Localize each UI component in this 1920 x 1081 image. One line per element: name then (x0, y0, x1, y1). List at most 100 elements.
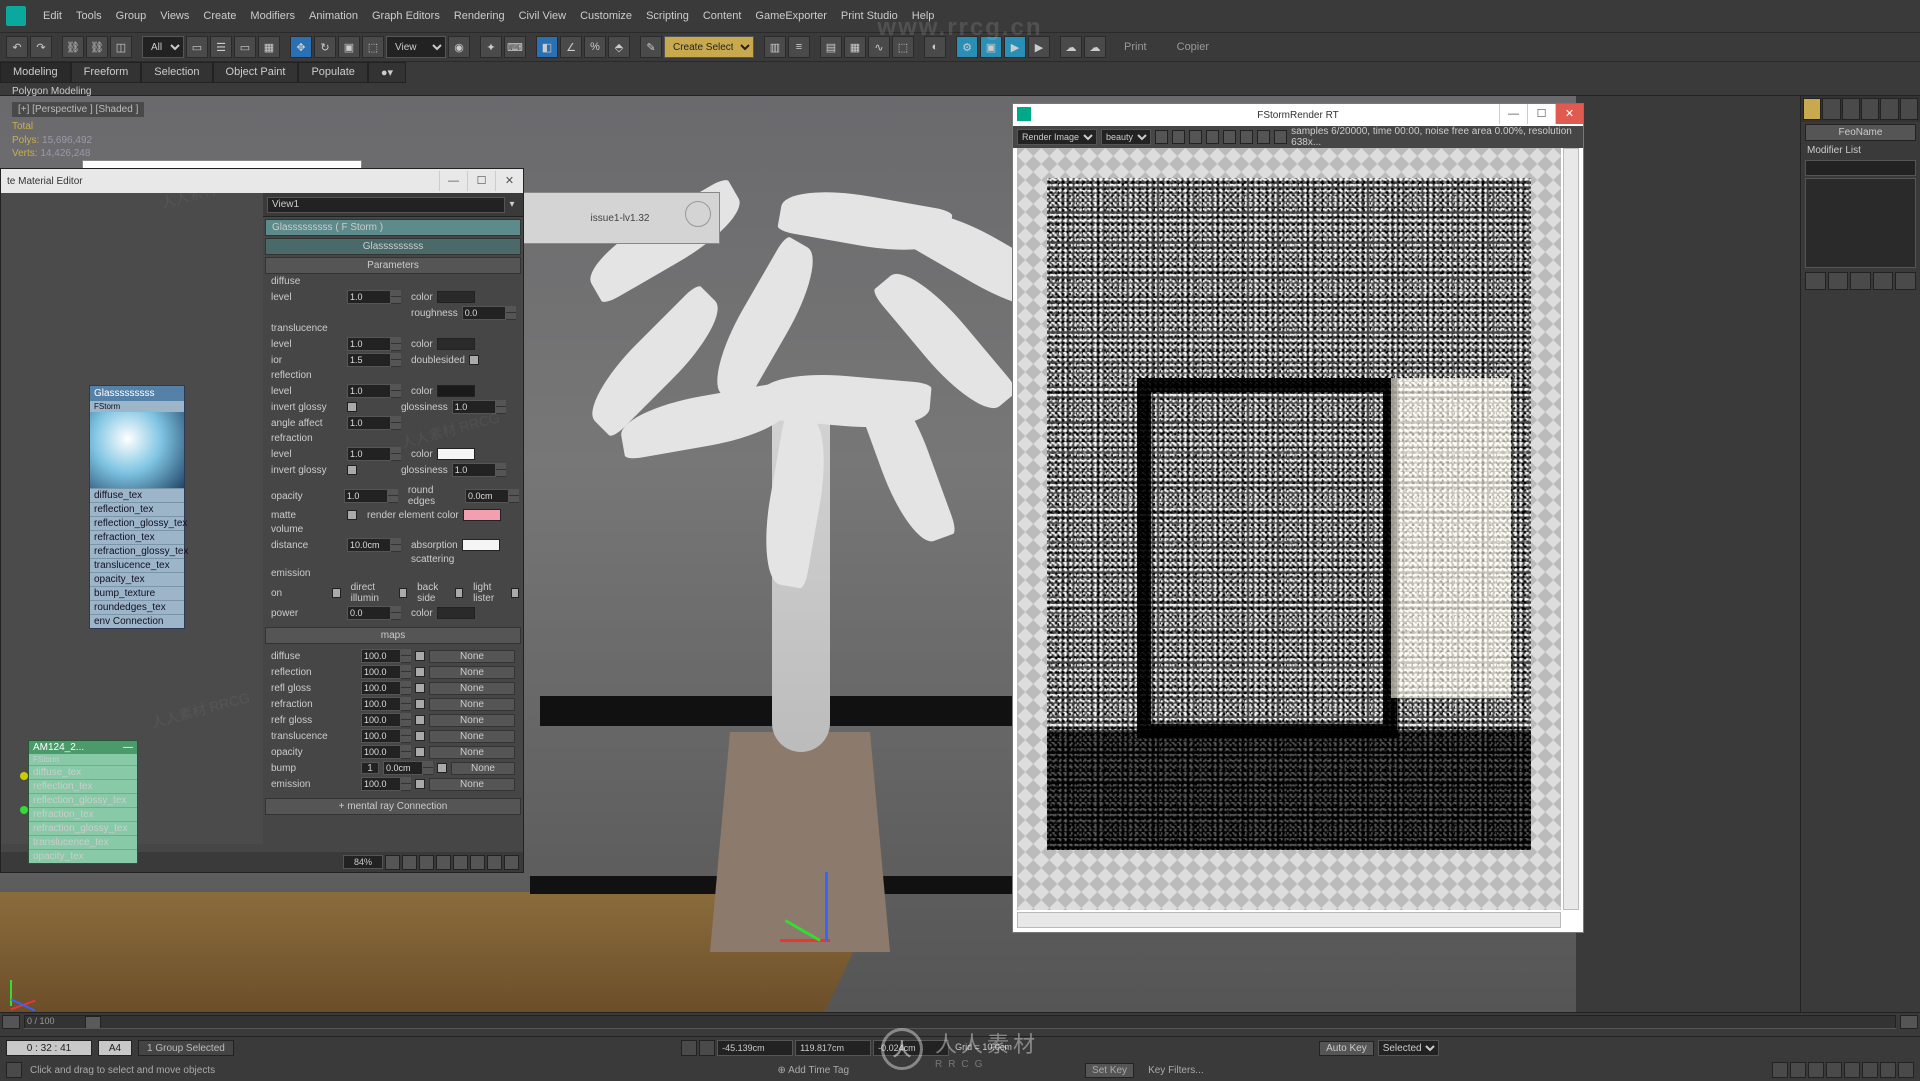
add-time-tag[interactable]: ⊕ Add Time Tag (777, 1065, 849, 1076)
rotate-button[interactable]: ↻ (314, 36, 336, 58)
selection-filter-dropdown[interactable]: All (142, 36, 184, 58)
snap-toggle-button[interactable]: ◧ (536, 36, 558, 58)
map-slot-translucence[interactable]: None (429, 730, 515, 743)
render-scrollbar-horizontal[interactable] (1017, 912, 1561, 928)
lock-selection-button[interactable] (681, 1040, 697, 1056)
render-stop-button[interactable] (1223, 130, 1236, 144)
render-mode-dropdown[interactable]: Render Image (1017, 129, 1097, 145)
script-listener-button[interactable] (6, 1062, 22, 1078)
minimize-icon[interactable]: — (1499, 104, 1527, 124)
set-key-button[interactable]: Set Key (1085, 1063, 1134, 1078)
translucence-color-swatch[interactable] (437, 338, 475, 350)
refr-invert-glossy-checkbox[interactable] (347, 465, 357, 475)
named-selection-dropdown[interactable]: Create Selection Se (664, 36, 754, 58)
nav-button[interactable] (487, 855, 502, 870)
spinner-snap-button[interactable]: ⬘ (608, 36, 630, 58)
map-slot-opacity[interactable]: None (429, 746, 515, 759)
menu-customize[interactable]: Customize (573, 6, 639, 26)
opacity-spinner[interactable] (344, 489, 398, 503)
toggle-ribbon-button[interactable]: ▦ (844, 36, 866, 58)
render-element-color-swatch[interactable] (463, 509, 501, 521)
render-pause-button[interactable] (1206, 130, 1219, 144)
maximize-icon[interactable]: ☐ (1527, 104, 1555, 124)
bind-button[interactable]: ◫ (110, 36, 132, 58)
motion-tab[interactable] (1861, 98, 1879, 120)
modifier-stack[interactable] (1805, 178, 1916, 268)
close-icon[interactable]: ✕ (1555, 104, 1583, 124)
menu-gameexporter[interactable]: GameExporter (748, 6, 834, 26)
time-ruler[interactable] (24, 1028, 1896, 1036)
map-slot-diffuse[interactable]: None (429, 650, 515, 663)
ribbon-tab-populate[interactable]: Populate (298, 62, 367, 83)
percent-snap-button[interactable]: % (584, 36, 606, 58)
key-filters-button[interactable]: Key Filters... (1142, 1064, 1210, 1077)
scale-button[interactable]: ▣ (338, 36, 360, 58)
refraction-level-spinner[interactable] (347, 447, 401, 461)
select-by-name-button[interactable]: ☰ (210, 36, 232, 58)
mirror-button[interactable]: ▥ (764, 36, 786, 58)
z-coord[interactable]: -0.024cm (873, 1040, 949, 1056)
round-edges-spinner[interactable] (465, 489, 519, 503)
utilities-tab[interactable] (1900, 98, 1918, 120)
viewport-nav-button[interactable] (1844, 1062, 1860, 1078)
select-button[interactable]: ▭ (186, 36, 208, 58)
select-region-button[interactable]: ▭ (234, 36, 256, 58)
reflection-level-spinner[interactable] (347, 384, 401, 398)
render-titlebar[interactable]: FStormRender RT — ☐ ✕ (1013, 104, 1583, 126)
matte-checkbox[interactable] (347, 510, 357, 520)
material-node-glass[interactable]: Glasssssssss FStorm diffuse_tex reflecti… (89, 385, 185, 629)
map-slot-bump[interactable]: None (451, 762, 515, 775)
select-manipulate-button[interactable]: ✦ (480, 36, 502, 58)
emission-color-swatch[interactable] (437, 607, 475, 619)
render-region-button[interactable] (1257, 130, 1270, 144)
gizmo-x-axis[interactable] (780, 939, 830, 942)
nav-button[interactable] (385, 855, 400, 870)
render-in-cloud-button[interactable]: ☁ (1084, 36, 1106, 58)
parameters-rollout[interactable]: Parameters (265, 257, 521, 274)
render-button[interactable]: ▶ (1004, 36, 1026, 58)
rollout-name[interactable]: Glasssssssss (265, 238, 521, 255)
material-name-header[interactable]: Glasssssssss ( F Storm ) (265, 219, 521, 236)
redo-button[interactable]: ↷ (30, 36, 52, 58)
ref-coord-dropdown[interactable]: View (386, 36, 446, 58)
emission-power-spinner[interactable] (347, 606, 401, 620)
backside-checkbox[interactable] (455, 588, 463, 598)
render-refresh-button[interactable] (1240, 130, 1253, 144)
menu-graph-editors[interactable]: Graph Editors (365, 6, 447, 26)
viewport-nav-button[interactable] (1880, 1062, 1896, 1078)
menu-help[interactable]: Help (905, 6, 942, 26)
viewport-nav-button[interactable] (1808, 1062, 1824, 1078)
render-lock-button[interactable] (1274, 130, 1287, 144)
rendered-frame-button[interactable]: ▣ (980, 36, 1002, 58)
align-button[interactable]: ≡ (788, 36, 810, 58)
volume-distance-spinner[interactable] (347, 538, 401, 552)
menu-animation[interactable]: Animation (302, 6, 365, 26)
hierarchy-tab[interactable] (1842, 98, 1860, 120)
unlink-button[interactable]: ⛓ (86, 36, 108, 58)
diffuse-color-swatch[interactable] (437, 291, 475, 303)
timeline-left-button[interactable] (2, 1015, 20, 1029)
timeline-right-button[interactable] (1900, 1015, 1918, 1029)
diffuse-roughness-spinner[interactable] (462, 306, 516, 320)
menu-rendering[interactable]: Rendering (447, 6, 512, 26)
modify-tab[interactable] (1822, 98, 1840, 120)
ior-spinner[interactable] (347, 353, 401, 367)
map-slot-reflection[interactable]: None (429, 666, 515, 679)
light-lister-checkbox[interactable] (511, 588, 519, 598)
toolbar-copier-label[interactable]: Copier (1177, 41, 1209, 53)
menu-content[interactable]: Content (696, 6, 749, 26)
menu-civil-view[interactable]: Civil View (512, 6, 573, 26)
mentalray-rollout[interactable]: + mental ray Connection (265, 798, 521, 815)
curve-editor-button[interactable]: ∿ (868, 36, 890, 58)
render-copy-button[interactable] (1172, 130, 1185, 144)
ribbon-tab-object-paint[interactable]: Object Paint (213, 62, 299, 83)
move-button[interactable]: ✥ (290, 36, 312, 58)
toolbar-print-label[interactable]: Print (1124, 41, 1147, 53)
ribbon-tab-more[interactable]: ●▾ (368, 62, 406, 83)
make-unique-button[interactable] (1850, 272, 1871, 290)
nav-button[interactable] (470, 855, 485, 870)
ribbon-tab-modeling[interactable]: Modeling (0, 62, 71, 83)
menu-edit[interactable]: Edit (36, 6, 69, 26)
x-coord[interactable]: -45.139cm (717, 1040, 793, 1056)
map-slot-refr-gloss[interactable]: None (429, 714, 515, 727)
